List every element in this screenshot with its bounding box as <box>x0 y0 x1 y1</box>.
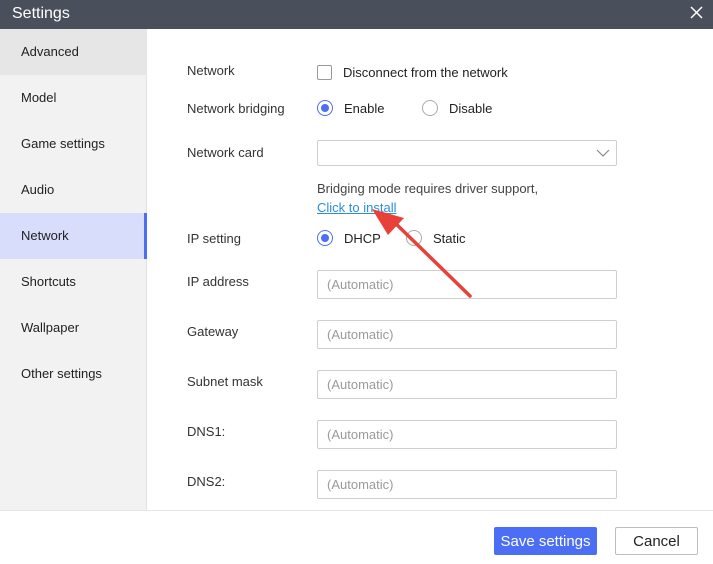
gateway-input[interactable] <box>317 320 617 349</box>
ip-setting-label: IP setting <box>187 231 241 246</box>
close-icon[interactable] <box>687 3 707 23</box>
chevron-down-icon <box>596 149 610 157</box>
sidebar-item-advanced[interactable]: Advanced <box>0 29 147 75</box>
gateway-label: Gateway <box>187 324 239 339</box>
bridging-disable-label: Disable <box>449 100 493 116</box>
sidebar-item-network[interactable]: Network <box>0 213 147 259</box>
disconnect-checkbox-option[interactable]: Disconnect from the network <box>317 65 508 80</box>
bridging-disable-option[interactable]: Disable <box>422 100 492 116</box>
ip-dhcp-label: DHCP <box>344 230 381 246</box>
bridging-hint: Bridging mode requires driver support, <box>317 181 539 196</box>
dns2-label: DNS2: <box>187 474 226 489</box>
ip-dhcp-option[interactable]: DHCP <box>317 230 381 246</box>
sidebar-item-other-settings[interactable]: Other settings <box>0 351 147 397</box>
ip-static-label: Static <box>433 230 466 246</box>
ip-address-label: IP address <box>187 274 249 289</box>
dialog-footer: Save settings Cancel <box>0 510 713 564</box>
ip-address-input[interactable] <box>317 270 617 299</box>
disconnect-label: Disconnect from the network <box>343 65 508 80</box>
title-bar: Settings <box>0 0 713 29</box>
network-bridging-label: Network bridging <box>187 101 285 116</box>
dns1-label: DNS1: <box>187 424 226 439</box>
sidebar-item-wallpaper[interactable]: Wallpaper <box>0 305 147 351</box>
network-label: Network <box>187 63 235 78</box>
save-settings-button[interactable]: Save settings <box>494 527 597 555</box>
dns2-input[interactable] <box>317 470 617 499</box>
subnet-mask-input[interactable] <box>317 370 617 399</box>
ip-dhcp-radio[interactable] <box>317 230 333 246</box>
install-driver-link[interactable]: Click to install <box>317 200 396 215</box>
ip-static-option[interactable]: Static <box>406 230 466 246</box>
sidebar-item-shortcuts[interactable]: Shortcuts <box>0 259 147 305</box>
sidebar-item-model[interactable]: Model <box>0 75 147 121</box>
bridging-enable-label: Enable <box>344 100 385 116</box>
network-card-select[interactable] <box>317 140 617 166</box>
subnet-mask-label: Subnet mask <box>187 374 263 389</box>
cancel-button[interactable]: Cancel <box>615 527 698 555</box>
sidebar-item-audio[interactable]: Audio <box>0 167 147 213</box>
bridging-enable-radio[interactable] <box>317 100 333 116</box>
bridging-enable-option[interactable]: Enable <box>317 100 384 116</box>
sidebar-item-game-settings[interactable]: Game settings <box>0 121 147 167</box>
sidebar: Advanced Model Game settings Audio Netwo… <box>0 29 147 510</box>
window-title: Settings <box>12 5 70 22</box>
dns1-input[interactable] <box>317 420 617 449</box>
disconnect-checkbox[interactable] <box>317 65 332 80</box>
bridging-disable-radio[interactable] <box>422 100 438 116</box>
network-card-label: Network card <box>187 145 264 160</box>
ip-static-radio[interactable] <box>406 230 422 246</box>
network-settings-panel: Network Disconnect from the network Netw… <box>147 29 713 510</box>
